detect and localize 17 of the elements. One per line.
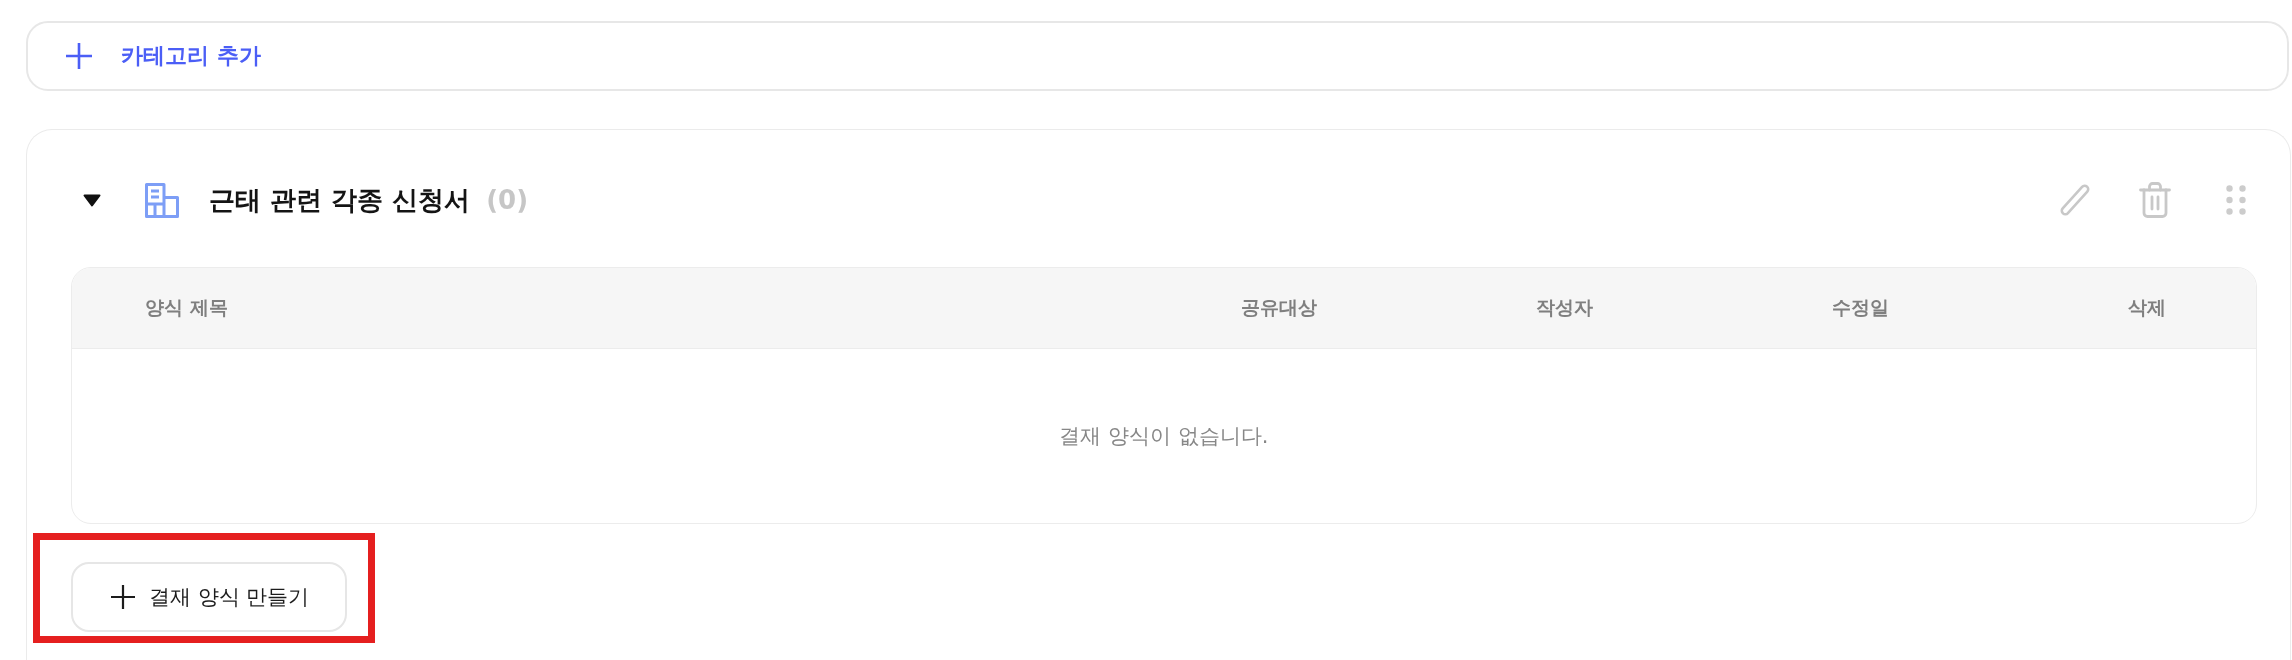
caret-icon[interactable] [83,193,101,207]
pencil-icon[interactable] [2059,183,2091,217]
drag-handle-icon[interactable] [2226,185,2246,215]
building-icon [145,182,179,218]
column-header: 공유대상 [1241,295,1317,320]
column-header: 양식 제목 [145,295,228,320]
plus-icon [66,43,92,69]
add-category-button[interactable]: 카테고리 추가 [26,21,2289,91]
create-form-button[interactable]: 결재 양식 만들기 [71,562,348,632]
column-header: 수정일 [1831,295,1889,320]
category-title: 근태 관련 각종 신청서 [209,183,471,217]
trash-icon[interactable] [2139,182,2171,218]
plus-icon [111,585,135,609]
form-count: (0) [486,185,528,215]
column-header: 작성자 [1535,295,1593,320]
column-header: 삭제 [2128,295,2166,320]
empty-message: 결재 양식이 없습니다. [1059,423,1269,450]
